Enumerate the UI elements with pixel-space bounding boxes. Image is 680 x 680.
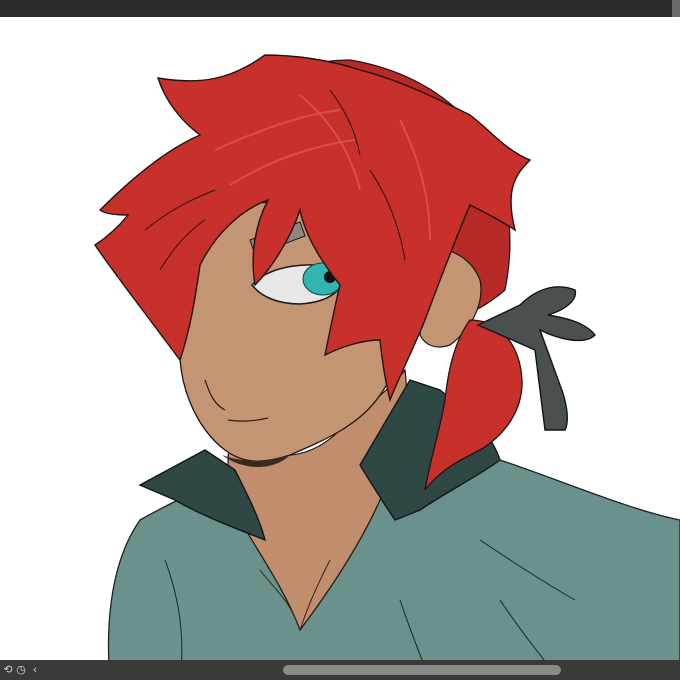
artwork <box>94 54 680 660</box>
chevron-left-icon[interactable]: ‹ <box>30 662 40 678</box>
drawing-canvas[interactable] <box>0 17 680 660</box>
window-title-bar <box>0 0 680 17</box>
scrollbar-thumb[interactable] <box>283 665 561 675</box>
timer-icon[interactable]: ◷ <box>15 662 27 678</box>
horizontal-scrollbar[interactable] <box>44 665 674 675</box>
title-bar-edge <box>672 0 680 17</box>
status-bar: ⟲ ◷ ‹ <box>0 660 680 680</box>
rotate-icon[interactable]: ⟲ <box>2 662 14 678</box>
drawing-app-window: ⟲ ◷ ‹ <box>0 0 680 680</box>
